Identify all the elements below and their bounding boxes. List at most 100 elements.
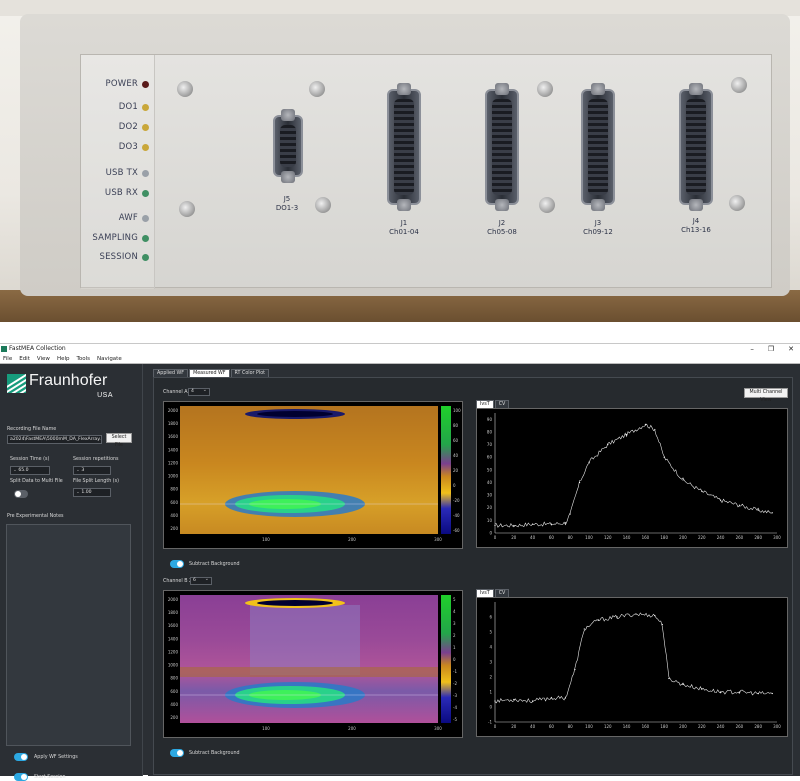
main-tabs: Applied WF Measured WF RT Color Plot xyxy=(153,369,270,377)
colorbar-tick-label: 3 xyxy=(453,621,456,626)
colorbar-tick-label: 2 xyxy=(453,633,456,638)
device-enclosure: POWER DO1 DO2 DO3 USB TX USB RX AWF SAMP… xyxy=(20,14,790,296)
data-point xyxy=(644,423,646,425)
connector-hexnut xyxy=(495,199,509,211)
channel-b-select[interactable]: 6 xyxy=(190,576,212,585)
connector-pins xyxy=(492,99,512,195)
led-label: DO1 xyxy=(118,102,138,112)
connector-range: Ch01-04 xyxy=(389,228,419,236)
colorbar xyxy=(441,595,451,723)
tab-rt-color-plot[interactable]: RT Color Plot xyxy=(230,369,270,377)
menu-tools[interactable]: Tools xyxy=(76,354,90,363)
led-usb-rx: USB RX xyxy=(105,188,149,198)
close-icon[interactable]: ✕ xyxy=(788,344,794,354)
data-point xyxy=(682,479,684,481)
tab-measured-wf[interactable]: Measured WF xyxy=(189,369,230,377)
colorbar-tick-label: 60 xyxy=(453,438,459,443)
data-point xyxy=(569,513,571,515)
x-tick-label: 300 xyxy=(434,726,442,731)
tab-ivst[interactable]: IvsT xyxy=(476,400,494,408)
led-indicator xyxy=(142,169,149,177)
x-tick-label: 160 xyxy=(642,724,650,729)
data-point xyxy=(738,691,740,693)
tab-applied-wf[interactable]: Applied WF xyxy=(153,369,189,377)
x-tick-label: 20 xyxy=(511,724,517,729)
y-tick-label: 30 xyxy=(487,493,493,498)
x-tick-label: 200 xyxy=(679,724,687,729)
y-tick-label: 2000 xyxy=(168,597,179,602)
data-point xyxy=(513,698,515,701)
menu-edit[interactable]: Edit xyxy=(19,354,30,363)
subtract-bg-b-toggle[interactable] xyxy=(170,749,184,757)
start-session-toggle[interactable] xyxy=(14,773,28,781)
logo-word: Fraunhofer xyxy=(29,372,108,389)
colorbar xyxy=(441,406,451,534)
apply-wf-toggle[interactable] xyxy=(14,753,28,761)
menu-view[interactable]: View xyxy=(37,354,50,363)
connector-hexnut xyxy=(281,171,295,183)
data-point xyxy=(616,616,618,618)
led-usb-tx: USB TX xyxy=(106,168,149,178)
connector-id: J2 xyxy=(498,219,506,227)
select-file-button[interactable]: Select File xyxy=(106,433,132,448)
led-label: SESSION xyxy=(99,252,138,262)
y-tick-label: -1 xyxy=(488,720,492,725)
tab-ivst[interactable]: IvsT xyxy=(476,589,494,597)
connector-pins xyxy=(686,99,706,195)
notes-textarea[interactable] xyxy=(6,524,131,746)
split-data-toggle[interactable] xyxy=(14,490,28,498)
split-length-label: File Split Length (s) xyxy=(73,479,120,484)
led-label: USB TX xyxy=(105,168,138,178)
x-tick-label: 260 xyxy=(736,535,744,540)
multi-channel-view-button[interactable]: Multi Channel View xyxy=(744,388,788,403)
title-bar: FastMEA Collection – ❐ ✕ xyxy=(0,344,800,354)
session-reps-value: 3 xyxy=(81,468,85,473)
colorbar-tick-label: 0 xyxy=(453,657,456,662)
restore-icon[interactable]: ❐ xyxy=(768,344,774,354)
x-tick-label: 160 xyxy=(642,535,650,540)
channel-a-select[interactable]: 4 xyxy=(188,387,210,396)
menu-help[interactable]: Help xyxy=(57,354,70,363)
menu-navigate[interactable]: Navigate xyxy=(97,354,122,363)
session-reps-input[interactable]: ⌄ 3 xyxy=(73,466,111,475)
data-point xyxy=(583,628,585,630)
x-tick-label: 300 xyxy=(773,535,781,540)
y-tick-label: 800 xyxy=(170,676,178,681)
channel-b-label: Channel B 2 xyxy=(163,579,193,584)
colorbar-tick-label: -1 xyxy=(453,669,457,674)
subtract-bg-a-toggle[interactable] xyxy=(170,560,184,568)
y-tick-label: 2000 xyxy=(168,408,179,413)
led-indicator xyxy=(142,123,149,131)
panel-screw xyxy=(179,201,195,217)
colorbar-tick-label: 5 xyxy=(453,597,456,602)
y-tick-label: 1200 xyxy=(168,460,179,465)
data-point xyxy=(532,700,534,702)
tab-cv[interactable]: CV xyxy=(494,589,510,597)
tab-cv[interactable]: CV xyxy=(494,400,510,408)
led-label: POWER xyxy=(105,79,138,89)
colorbar-tick-label: -40 xyxy=(453,513,460,518)
y-tick-label: 1400 xyxy=(168,447,179,452)
line-plot-a: 0 10 20 30 40 50 60 70 80 90 0 20 40 60 80 100 120 140 160… xyxy=(487,413,781,540)
channel-a-label: Channel A2 xyxy=(163,390,191,395)
y-tick-label: 200 xyxy=(170,526,178,531)
session-time-input[interactable]: ⌄ 65.0 xyxy=(10,466,50,475)
recording-file-input[interactable]: a2024\FastMEA\5000mM_DA_FlexArray.csv xyxy=(7,435,102,444)
x-tick-label: 0 xyxy=(494,724,497,729)
minimize-icon[interactable]: – xyxy=(750,344,754,354)
colorbar-tick-label: 40 xyxy=(453,453,459,458)
data-point xyxy=(494,700,496,702)
led-indicator xyxy=(142,103,149,111)
led-label: DO2 xyxy=(118,122,138,132)
menu-file[interactable]: File xyxy=(3,354,12,363)
x-tick-label: 280 xyxy=(754,724,762,729)
x-tick-label: 140 xyxy=(623,724,631,729)
series-line xyxy=(494,612,773,704)
y-tick-label: 1000 xyxy=(168,474,179,479)
colorbar-tick-label: 1 xyxy=(453,645,456,650)
y-tick-label: 800 xyxy=(170,487,178,492)
led-label: AWF xyxy=(118,213,138,223)
split-length-input[interactable]: ⌄ 1.00 xyxy=(73,488,111,497)
y-tick-label: 6 xyxy=(489,615,492,620)
y-tick-label: 20 xyxy=(487,505,493,510)
